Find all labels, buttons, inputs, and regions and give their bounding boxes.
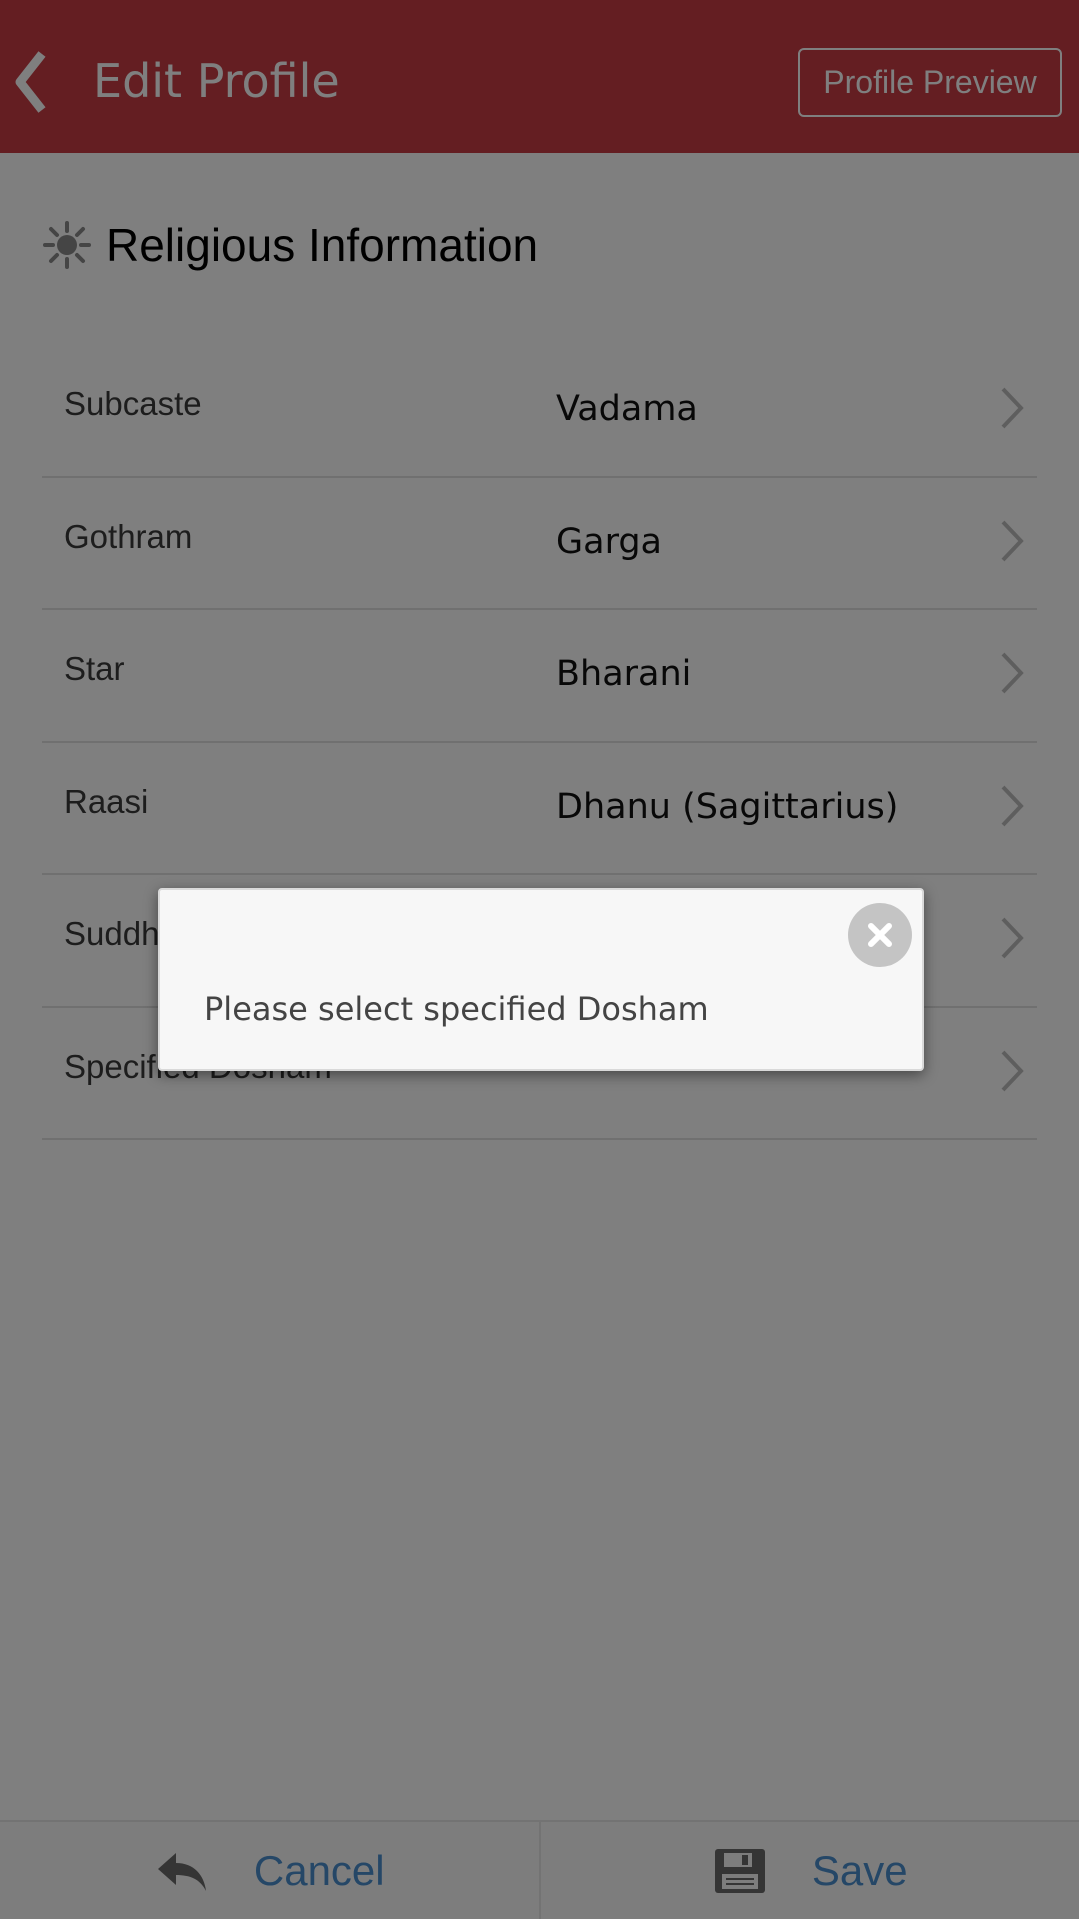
- alert-dialog: Please select specified Dosham: [158, 888, 924, 1071]
- dialog-close-button[interactable]: [848, 903, 912, 967]
- dialog-message: Please select specified Dosham: [204, 990, 709, 1028]
- close-icon: [868, 923, 892, 947]
